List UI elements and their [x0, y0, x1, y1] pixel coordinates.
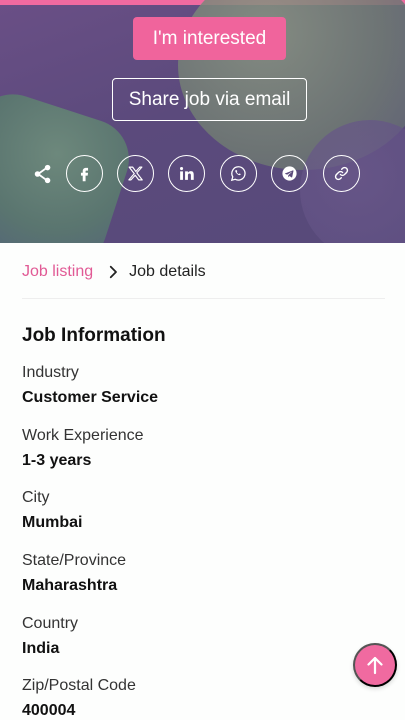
link-icon: [334, 166, 349, 181]
field-value: Mumbai: [22, 514, 83, 531]
whatsapp-share-button[interactable]: [220, 155, 257, 192]
field-value: India: [22, 640, 60, 657]
section-title: Job Information: [22, 325, 166, 346]
telegram-share-button[interactable]: [271, 155, 308, 192]
breadcrumb: Job listing Job details: [22, 262, 206, 282]
field-work-experience: Work Experience 1-3 years: [22, 426, 144, 471]
breadcrumb-current: Job details: [129, 263, 206, 280]
facebook-share-button[interactable]: [66, 155, 103, 192]
copy-link-button[interactable]: [323, 155, 360, 192]
x-share-button[interactable]: [117, 155, 154, 192]
field-industry: Industry Customer Service: [22, 363, 158, 408]
field-label: City: [22, 489, 50, 506]
whatsapp-icon: [230, 166, 246, 182]
linkedin-icon: [179, 166, 194, 180]
share-icon: [32, 163, 54, 185]
field-state-province: State/Province Maharashtra: [22, 551, 126, 596]
share-email-button[interactable]: Share job via email: [112, 78, 307, 121]
field-value: 1-3 years: [22, 452, 92, 469]
divider: [22, 298, 385, 299]
x-icon: [128, 166, 143, 181]
field-label: Zip/Postal Code: [22, 677, 136, 694]
hero-banner: I'm interested Share job via email: [0, 0, 405, 243]
facebook-icon: [80, 167, 89, 182]
chevron-right-icon: [103, 262, 123, 282]
linkedin-share-button[interactable]: [168, 155, 205, 192]
social-share-row: [0, 155, 405, 193]
field-zip-postal-code: Zip/Postal Code 400004: [22, 676, 136, 720]
field-label: Industry: [22, 364, 79, 381]
field-value: Maharashtra: [22, 577, 118, 594]
job-details-content: Job listing Job details Job Information …: [0, 243, 405, 720]
telegram-icon: [282, 166, 297, 181]
field-city: City Mumbai: [22, 488, 82, 533]
arrow-up-icon: [367, 656, 383, 675]
field-label: Country: [22, 615, 79, 632]
interested-button[interactable]: I'm interested: [133, 17, 286, 60]
breadcrumb-job-listing-link[interactable]: Job listing: [22, 263, 93, 281]
scroll-to-top-button[interactable]: [353, 643, 397, 687]
field-label: State/Province: [22, 552, 127, 569]
field-value: Customer Service: [22, 389, 159, 406]
field-label: Work Experience: [22, 427, 144, 444]
field-value: 400004: [22, 702, 76, 719]
field-country: Country India: [22, 614, 78, 659]
